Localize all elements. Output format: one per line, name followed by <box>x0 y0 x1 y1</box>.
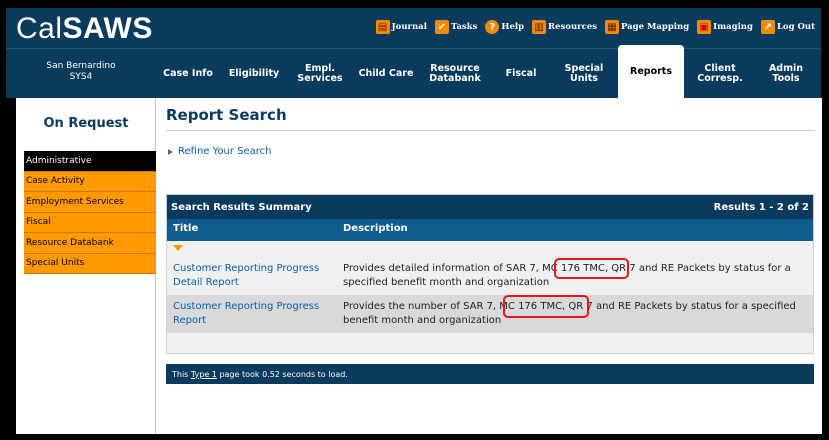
log-out-link[interactable]: ↗ Log Out <box>760 20 815 34</box>
content-frame: On Request Administrative Case Activity … <box>16 98 822 434</box>
sidebar-item-administrative[interactable]: Administrative <box>24 151 156 172</box>
results-column-headers: Title Description <box>167 219 813 241</box>
type-link[interactable]: Type 1 <box>191 370 217 379</box>
sidebar-menu: Administrative Case Activity Employment … <box>24 151 156 274</box>
sidebar: On Request Administrative Case Activity … <box>16 98 156 434</box>
tab-fiscal[interactable]: Fiscal <box>496 49 546 99</box>
table-row: Customer Reporting Progress Report Provi… <box>167 295 813 333</box>
tab-client-corresp[interactable]: Client Corresp. <box>692 49 748 99</box>
resources-icon: ▥ <box>532 20 547 34</box>
utility-links: ▤ Journal ✔ Tasks ? Help ▥ Resources ▦ Page M… <box>375 20 815 34</box>
resources-link[interactable]: ▥ Resources <box>532 20 597 34</box>
results-count: Results 1 - 2 of 2 <box>713 201 809 213</box>
search-results-panel: Search Results Summary Results 1 - 2 of … <box>166 194 814 354</box>
tab-child-care[interactable]: Child Care <box>356 49 416 99</box>
tab-eligibility[interactable]: Eligibility <box>223 49 285 99</box>
report-title-link[interactable]: Customer Reporting Progress Detail Repor… <box>173 262 338 290</box>
report-title-link[interactable]: Customer Reporting Progress Report <box>173 300 338 328</box>
tab-empl-services[interactable]: Empl. Services <box>291 49 349 99</box>
results-header-title: Search Results Summary <box>171 201 312 213</box>
help-link[interactable]: ? Help <box>485 20 524 34</box>
main-content: Report Search Refine Your Search Search … <box>166 98 814 434</box>
imaging-icon: ▣ <box>697 20 712 34</box>
help-icon: ? <box>485 20 500 34</box>
journal-icon: ▤ <box>375 20 390 34</box>
results-header: Search Results Summary Results 1 - 2 of … <box>167 195 813 219</box>
sort-descending-icon[interactable] <box>173 245 183 251</box>
page-load-footer: This Type 1 page took 0.52 seconds to lo… <box>166 364 814 384</box>
tab-special-units[interactable]: Special Units <box>558 49 610 99</box>
sidebar-title: On Request <box>43 116 129 131</box>
sidebar-item-resource-databank[interactable]: Resource Databank <box>24 233 156 254</box>
table-row: Customer Reporting Progress Detail Repor… <box>167 257 813 295</box>
tab-reports[interactable]: Reports <box>618 45 684 99</box>
refine-search-toggle[interactable]: Refine Your Search <box>168 146 272 157</box>
tab-admin-tools[interactable]: Admin Tools <box>754 49 818 99</box>
sidebar-item-case-activity[interactable]: Case Activity <box>24 171 156 192</box>
column-header-title[interactable]: Title <box>173 223 198 234</box>
tab-case-info[interactable]: Case Info <box>159 49 217 99</box>
app-header: CalSAWS ▤ Journal ✔ Tasks ? Help ▥ Resources… <box>6 8 821 48</box>
main-navigation: San Bernardino SYS4 Case Info Eligibilit… <box>6 45 821 99</box>
column-header-description[interactable]: Description <box>343 223 408 234</box>
sidebar-item-employment-services[interactable]: Employment Services <box>24 192 156 213</box>
sidebar-item-fiscal[interactable]: Fiscal <box>24 212 156 233</box>
page-mapping-link[interactable]: ▦ Page Mapping <box>605 20 689 34</box>
tasks-icon: ✔ <box>434 20 449 34</box>
page-title: Report Search <box>166 106 287 124</box>
sidebar-item-special-units[interactable]: Special Units <box>24 253 156 274</box>
page-mapping-icon: ▦ <box>605 20 620 34</box>
title-divider <box>166 130 814 131</box>
highlight-annotation <box>503 295 589 318</box>
sort-indicator-row <box>167 241 813 257</box>
county-label: San Bernardino SYS4 <box>46 61 116 82</box>
journal-link[interactable]: ▤ Journal <box>375 20 427 34</box>
tasks-link[interactable]: ✔ Tasks <box>434 20 477 34</box>
expand-arrow-icon <box>168 148 173 155</box>
imaging-link[interactable]: ▣ Imaging <box>697 20 753 34</box>
highlight-annotation <box>554 258 629 279</box>
log-out-icon: ↗ <box>760 20 775 34</box>
tab-resource-databank[interactable]: Resource Databank <box>424 49 486 99</box>
calsaws-logo[interactable]: CalSAWS <box>16 12 153 46</box>
